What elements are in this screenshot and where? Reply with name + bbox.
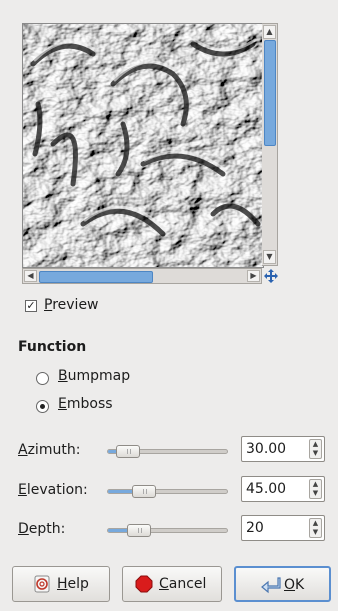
cancel-button-label: Cancel [159, 576, 207, 592]
azimuth-spin-buttons[interactable]: ▲ ▼ [309, 439, 322, 459]
function-heading: Function [18, 339, 87, 355]
stop-icon [135, 575, 153, 593]
emboss-radio[interactable] [36, 400, 49, 413]
azimuth-spinbox[interactable]: 30.00 ▲ ▼ [241, 436, 325, 462]
help-button[interactable]: Help [12, 566, 110, 602]
horizontal-scrollbar[interactable]: ◀ ▶ [22, 268, 262, 284]
elevation-slider-handle[interactable] [132, 485, 156, 498]
elevation-label: Elevation: [18, 482, 88, 498]
ok-button-label: OK [284, 577, 305, 593]
bumpmap-radio[interactable] [36, 372, 49, 385]
scroll-right-arrow-icon[interactable]: ▶ [247, 270, 260, 282]
emboss-preview-image [23, 24, 263, 267]
azimuth-value[interactable]: 30.00 [246, 441, 286, 457]
vertical-scrollbar[interactable]: ▲ ▼ [262, 23, 278, 266]
scroll-down-arrow-icon[interactable]: ▼ [263, 250, 276, 264]
depth-slider[interactable] [107, 524, 228, 537]
scroll-left-arrow-icon[interactable]: ◀ [24, 270, 37, 282]
cancel-button[interactable]: Cancel [122, 566, 222, 602]
depth-slider-handle[interactable] [127, 524, 151, 537]
depth-label: Depth: [18, 521, 66, 537]
move-arrows-icon[interactable] [263, 268, 279, 284]
vertical-scroll-thumb[interactable] [264, 40, 276, 146]
azimuth-slider[interactable] [107, 445, 228, 458]
ok-button[interactable]: OK [234, 566, 331, 602]
bumpmap-label[interactable]: Bumpmap [58, 368, 130, 384]
azimuth-slider-handle[interactable] [116, 445, 140, 458]
enter-arrow-icon [261, 577, 281, 594]
help-icon [34, 575, 50, 593]
elevation-slider[interactable] [107, 485, 228, 498]
depth-value[interactable]: 20 [246, 520, 264, 536]
preview-label[interactable]: Preview [44, 297, 99, 313]
preview-checkbox[interactable]: ✓ [25, 300, 37, 312]
emboss-label[interactable]: Emboss [58, 396, 113, 412]
horizontal-scroll-thumb[interactable] [39, 271, 153, 283]
depth-spinbox[interactable]: 20 ▲ ▼ [241, 515, 325, 541]
azimuth-label: Azimuth: [18, 442, 81, 458]
preview-image[interactable] [22, 23, 264, 268]
elevation-value[interactable]: 45.00 [246, 481, 286, 497]
elevation-spinbox[interactable]: 45.00 ▲ ▼ [241, 476, 325, 502]
depth-spin-buttons[interactable]: ▲ ▼ [309, 518, 322, 538]
elevation-spin-buttons[interactable]: ▲ ▼ [309, 479, 322, 499]
scroll-up-arrow-icon[interactable]: ▲ [263, 25, 276, 39]
help-button-label: Help [57, 576, 89, 592]
